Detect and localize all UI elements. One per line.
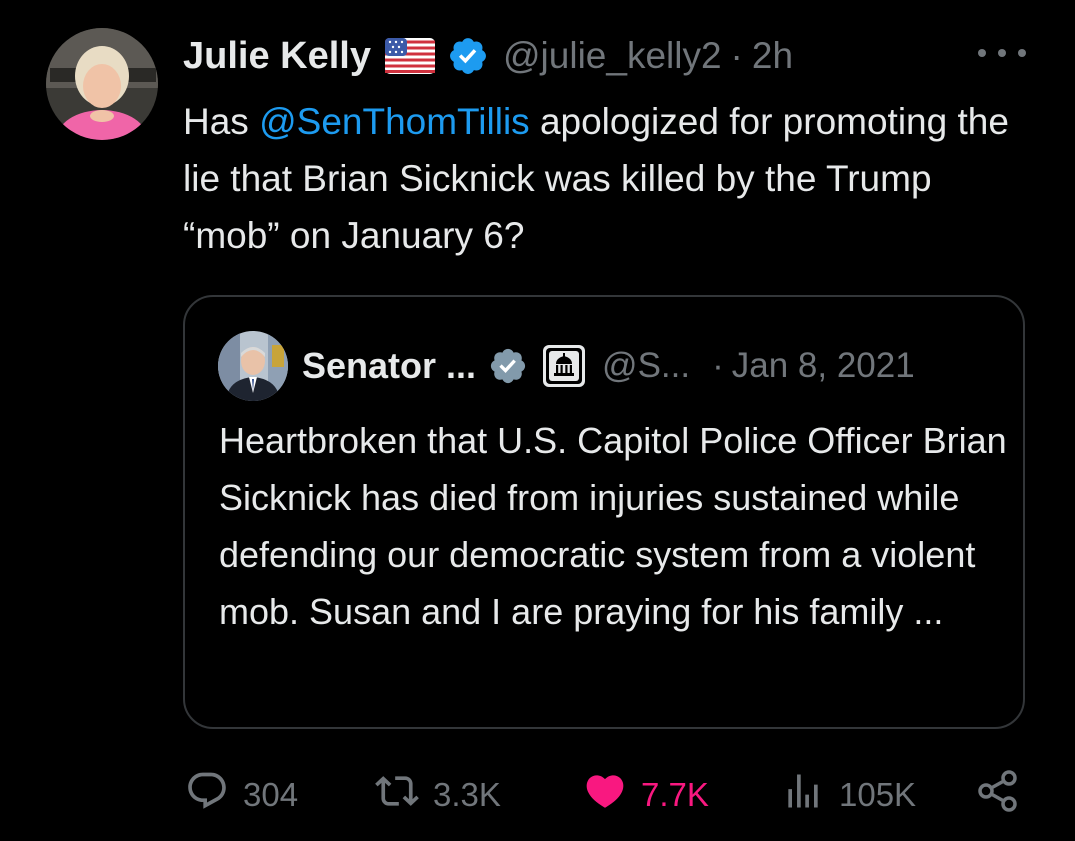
verified-badge-icon[interactable]: [447, 35, 489, 77]
government-building-icon: [542, 344, 586, 388]
us-flag-icon: [384, 38, 435, 74]
government-verified-badge-icon[interactable]: [488, 346, 528, 386]
quoted-tweet-header: Senator ... @S... · Jan 8, 2021: [302, 341, 915, 391]
repost-count: 3.3K: [433, 776, 501, 813]
share-button[interactable]: [975, 770, 1021, 820]
tweet-actions-bar: 304 3.3K 7.7K 105K: [185, 770, 1025, 820]
reply-icon: [185, 769, 229, 821]
quoted-tweet[interactable]: Senator ... @S... · Jan 8, 2021 Heartbro…: [183, 295, 1025, 729]
repost-icon: [375, 769, 419, 821]
like-button[interactable]: 7.7K: [583, 770, 709, 820]
share-icon: [975, 768, 1021, 822]
quoted-tweet-text: Heartbroken that U.S. Capitol Police Off…: [219, 420, 1007, 632]
quoted-author-name[interactable]: Senator ...: [302, 345, 476, 387]
views-button[interactable]: 105K: [781, 770, 916, 820]
author-avatar[interactable]: [46, 28, 158, 140]
author-name[interactable]: Julie Kelly: [183, 35, 371, 78]
more-options-icon[interactable]: [978, 42, 1026, 64]
tweet-text: Has @SenThomTillis apologized for promot…: [183, 101, 1009, 256]
repost-button[interactable]: 3.3K: [375, 770, 501, 820]
tweet-header: Julie Kelly @julie_kelly2 · 2h: [183, 30, 793, 82]
separator-dot: ·: [730, 35, 743, 76]
quoted-author-handle[interactable]: @S...: [602, 346, 690, 386]
tweet-timestamp[interactable]: 2h: [752, 35, 793, 77]
reply-button[interactable]: 304: [185, 770, 298, 820]
like-count: 7.7K: [641, 776, 709, 813]
heart-icon: [583, 769, 627, 821]
quoted-author-avatar[interactable]: [218, 331, 288, 401]
author-handle[interactable]: @julie_kelly2: [503, 35, 722, 77]
views-count: 105K: [839, 776, 917, 813]
views-chart-icon: [781, 769, 825, 821]
mention-link[interactable]: @SenThomTillis: [259, 101, 530, 142]
reply-count: 304: [243, 776, 299, 813]
quoted-separator-dot: ·: [712, 346, 724, 385]
quoted-tweet-date[interactable]: Jan 8, 2021: [732, 346, 915, 386]
